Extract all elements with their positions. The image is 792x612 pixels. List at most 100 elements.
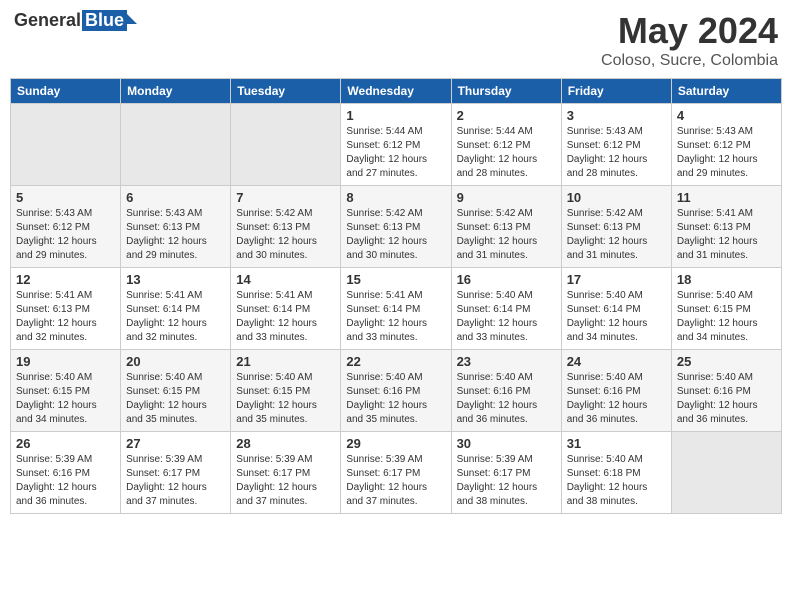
day-info: Sunrise: 5:42 AM Sunset: 6:13 PM Dayligh… xyxy=(236,207,335,263)
calendar-cell: 11Sunrise: 5:41 AM Sunset: 6:13 PM Dayli… xyxy=(671,186,781,268)
calendar-cell: 3 Sunrise: 5:43 AM Sunset: 6:12 PM Daylig… xyxy=(561,104,671,186)
calendar-cell: 14Sunrise: 5:41 AM Sunset: 6:14 PM Dayli… xyxy=(231,268,341,350)
calendar-cell: 19 Sunrise: 5:40 AM Sunset: 6:15 PM Dayli… xyxy=(11,350,121,432)
day-info: Sunrise: 5:40 AM Sunset: 6:15 PM Dayligh… xyxy=(126,371,225,427)
calendar-cell: 16Sunrise: 5:40 AM Sunset: 6:14 PM Dayli… xyxy=(451,268,561,350)
day-number: 5 xyxy=(16,190,115,205)
day-number: 3 xyxy=(567,108,666,123)
calendar-cell: 31Sunrise: 5:40 AM Sunset: 6:18 PM Dayli… xyxy=(561,432,671,514)
day-number: 25 xyxy=(677,354,776,369)
calendar-week-row: 26 Sunrise: 5:39 AM Sunset: 6:16 PM Dayli… xyxy=(11,432,782,514)
calendar-cell: 27 Sunrise: 5:39 AM Sunset: 6:17 PM Dayli… xyxy=(121,432,231,514)
calendar-table: SundayMondayTuesdayWednesdayThursdayFrid… xyxy=(10,78,782,514)
day-info: Sunrise: 5:42 AM Sunset: 6:13 PM Dayligh… xyxy=(567,207,666,263)
day-number: 2 xyxy=(457,108,556,123)
calendar-cell: 10 Sunrise: 5:42 AM Sunset: 6:13 PM Dayli… xyxy=(561,186,671,268)
logo-general-text: General xyxy=(14,10,81,31)
calendar-week-row: 12Sunrise: 5:41 AM Sunset: 6:13 PM Dayli… xyxy=(11,268,782,350)
day-info: Sunrise: 5:42 AM Sunset: 6:13 PM Dayligh… xyxy=(346,207,445,263)
calendar-cell: 28 Sunrise: 5:39 AM Sunset: 6:17 PM Dayli… xyxy=(231,432,341,514)
day-number: 15 xyxy=(346,272,445,287)
calendar-cell: 21 Sunrise: 5:40 AM Sunset: 6:15 PM Dayli… xyxy=(231,350,341,432)
title-month: May 2024 xyxy=(601,10,778,52)
day-number: 23 xyxy=(457,354,556,369)
day-number: 26 xyxy=(16,436,115,451)
day-number: 9 xyxy=(457,190,556,205)
day-number: 21 xyxy=(236,354,335,369)
day-number: 27 xyxy=(126,436,225,451)
calendar-week-row: 1 Sunrise: 5:44 AM Sunset: 6:12 PM Daylig… xyxy=(11,104,782,186)
day-info: Sunrise: 5:41 AM Sunset: 6:14 PM Dayligh… xyxy=(126,289,225,345)
day-info: Sunrise: 5:39 AM Sunset: 6:17 PM Dayligh… xyxy=(126,453,225,509)
calendar-cell xyxy=(121,104,231,186)
day-info: Sunrise: 5:40 AM Sunset: 6:15 PM Dayligh… xyxy=(236,371,335,427)
calendar-cell: 15 Sunrise: 5:41 AM Sunset: 6:14 PM Dayli… xyxy=(341,268,451,350)
day-info: Sunrise: 5:40 AM Sunset: 6:15 PM Dayligh… xyxy=(16,371,115,427)
day-number: 20 xyxy=(126,354,225,369)
calendar-cell: 6 Sunrise: 5:43 AM Sunset: 6:13 PM Daylig… xyxy=(121,186,231,268)
day-number: 28 xyxy=(236,436,335,451)
day-number: 1 xyxy=(346,108,445,123)
day-info: Sunrise: 5:40 AM Sunset: 6:16 PM Dayligh… xyxy=(567,371,666,427)
day-info: Sunrise: 5:43 AM Sunset: 6:13 PM Dayligh… xyxy=(126,207,225,263)
day-info: Sunrise: 5:40 AM Sunset: 6:14 PM Dayligh… xyxy=(567,289,666,345)
calendar-cell: 24 Sunrise: 5:40 AM Sunset: 6:16 PM Dayli… xyxy=(561,350,671,432)
calendar-header-row: SundayMondayTuesdayWednesdayThursdayFrid… xyxy=(11,79,782,104)
day-number: 11 xyxy=(677,190,776,205)
calendar-cell: 1 Sunrise: 5:44 AM Sunset: 6:12 PM Daylig… xyxy=(341,104,451,186)
calendar-cell: 13 Sunrise: 5:41 AM Sunset: 6:14 PM Dayli… xyxy=(121,268,231,350)
calendar-cell xyxy=(671,432,781,514)
calendar-cell: 4Sunrise: 5:43 AM Sunset: 6:12 PM Daylig… xyxy=(671,104,781,186)
calendar-header-tuesday: Tuesday xyxy=(231,79,341,104)
calendar-cell: 2Sunrise: 5:44 AM Sunset: 6:12 PM Daylig… xyxy=(451,104,561,186)
day-info: Sunrise: 5:39 AM Sunset: 6:16 PM Dayligh… xyxy=(16,453,115,509)
calendar-cell: 7 Sunrise: 5:42 AM Sunset: 6:13 PM Daylig… xyxy=(231,186,341,268)
day-number: 22 xyxy=(346,354,445,369)
calendar-cell: 20 Sunrise: 5:40 AM Sunset: 6:15 PM Dayli… xyxy=(121,350,231,432)
calendar-cell: 30 Sunrise: 5:39 AM Sunset: 6:17 PM Dayli… xyxy=(451,432,561,514)
title-location: Coloso, Sucre, Colombia xyxy=(601,52,778,70)
calendar-cell: 8 Sunrise: 5:42 AM Sunset: 6:13 PM Daylig… xyxy=(341,186,451,268)
calendar-header-wednesday: Wednesday xyxy=(341,79,451,104)
day-info: Sunrise: 5:39 AM Sunset: 6:17 PM Dayligh… xyxy=(457,453,556,509)
day-number: 31 xyxy=(567,436,666,451)
day-info: Sunrise: 5:40 AM Sunset: 6:16 PM Dayligh… xyxy=(346,371,445,427)
day-info: Sunrise: 5:39 AM Sunset: 6:17 PM Dayligh… xyxy=(236,453,335,509)
day-number: 14 xyxy=(236,272,335,287)
calendar-week-row: 19 Sunrise: 5:40 AM Sunset: 6:15 PM Dayli… xyxy=(11,350,782,432)
day-info: Sunrise: 5:41 AM Sunset: 6:14 PM Dayligh… xyxy=(346,289,445,345)
day-info: Sunrise: 5:41 AM Sunset: 6:13 PM Dayligh… xyxy=(16,289,115,345)
calendar-cell xyxy=(11,104,121,186)
calendar-cell: 5Sunrise: 5:43 AM Sunset: 6:12 PM Daylig… xyxy=(11,186,121,268)
day-number: 19 xyxy=(16,354,115,369)
day-info: Sunrise: 5:43 AM Sunset: 6:12 PM Dayligh… xyxy=(567,125,666,181)
calendar-cell: 12Sunrise: 5:41 AM Sunset: 6:13 PM Dayli… xyxy=(11,268,121,350)
calendar-header-monday: Monday xyxy=(121,79,231,104)
day-number: 17 xyxy=(567,272,666,287)
calendar-cell: 23 Sunrise: 5:40 AM Sunset: 6:16 PM Dayli… xyxy=(451,350,561,432)
day-info: Sunrise: 5:40 AM Sunset: 6:16 PM Dayligh… xyxy=(457,371,556,427)
day-info: Sunrise: 5:40 AM Sunset: 6:15 PM Dayligh… xyxy=(677,289,776,345)
day-info: Sunrise: 5:44 AM Sunset: 6:12 PM Dayligh… xyxy=(346,125,445,181)
day-number: 24 xyxy=(567,354,666,369)
calendar-header-friday: Friday xyxy=(561,79,671,104)
day-number: 16 xyxy=(457,272,556,287)
day-number: 10 xyxy=(567,190,666,205)
day-number: 6 xyxy=(126,190,225,205)
calendar-header-thursday: Thursday xyxy=(451,79,561,104)
logo-blue-text: Blue xyxy=(82,10,127,31)
calendar-header-saturday: Saturday xyxy=(671,79,781,104)
day-number: 29 xyxy=(346,436,445,451)
logo-triangle-icon xyxy=(125,12,137,24)
calendar-header-sunday: Sunday xyxy=(11,79,121,104)
calendar-cell: 25Sunrise: 5:40 AM Sunset: 6:16 PM Dayli… xyxy=(671,350,781,432)
day-number: 30 xyxy=(457,436,556,451)
calendar-cell: 29 Sunrise: 5:39 AM Sunset: 6:17 PM Dayli… xyxy=(341,432,451,514)
day-number: 7 xyxy=(236,190,335,205)
logo: General Blue xyxy=(14,10,137,31)
day-info: Sunrise: 5:39 AM Sunset: 6:17 PM Dayligh… xyxy=(346,453,445,509)
day-number: 8 xyxy=(346,190,445,205)
calendar-cell: 18Sunrise: 5:40 AM Sunset: 6:15 PM Dayli… xyxy=(671,268,781,350)
day-number: 13 xyxy=(126,272,225,287)
calendar-cell xyxy=(231,104,341,186)
